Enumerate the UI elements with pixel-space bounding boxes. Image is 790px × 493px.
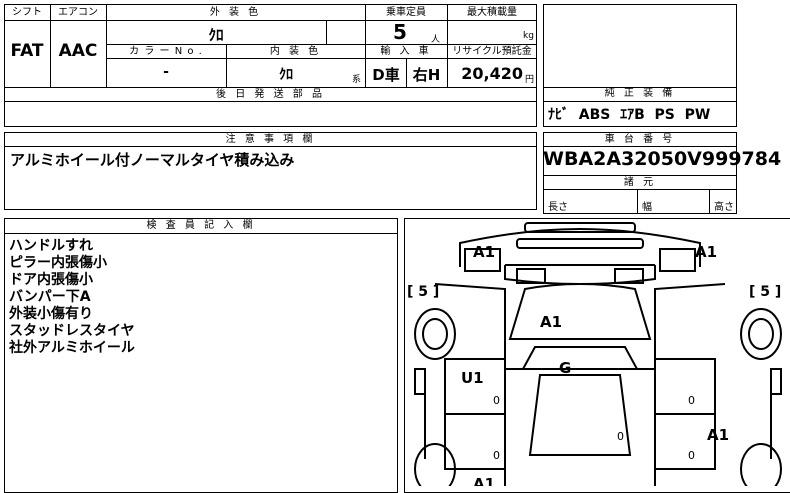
color-no-value: -: [163, 64, 169, 80]
recycle-header: リサイクル預託金: [452, 46, 532, 57]
inspector-item-1: ハンドルすれ: [9, 238, 93, 254]
specs-header: 諸 元: [623, 177, 657, 188]
notes-header: 注 意 事 項 欄: [225, 134, 316, 145]
exterior-color-value: ｸﾛ: [208, 26, 224, 44]
aircon-value: AAC: [58, 41, 98, 61]
exterior-color-header: 外 装 色: [209, 7, 262, 18]
capacity-unit: 人: [431, 35, 441, 45]
zero-label-4: 0: [688, 449, 695, 462]
front-right-label: A1: [695, 243, 717, 261]
import-header: 輸 入 車: [380, 46, 432, 57]
front-left-label: A1: [473, 243, 495, 261]
max-load-header: 最大積載量: [467, 7, 517, 18]
left-tire-label: [ 5 ]: [407, 284, 439, 300]
spec-height: 高さ: [714, 202, 734, 213]
right-tire-label: [ 5 ]: [749, 284, 781, 300]
import-d-value: D車: [372, 66, 400, 84]
inspector-item-6: スタッドレスタイヤ: [9, 323, 135, 339]
inspector-item-5: 外装小傷有り: [9, 306, 93, 322]
inspector-header: 検 査 員 記 入 欄: [146, 220, 256, 231]
right-rear-label: A1: [707, 426, 729, 444]
shift-header: シフト: [12, 7, 42, 18]
zero-label-3: 0: [493, 449, 500, 462]
zero-label-1: 0: [493, 394, 500, 407]
chassis-number: WBA2A32050V999784: [543, 148, 782, 170]
notes-text: アルミホイール付ノーマルタイヤ積み込み: [10, 151, 295, 169]
genuine-equipment-value: ﾅﾋﾞ ABS ｴｱB PS PW: [548, 107, 711, 123]
capacity-value: 5: [393, 20, 407, 44]
later-parts-header: 後 日 発 送 部 品: [216, 89, 325, 100]
inspector-item-7: 社外アルミホイール: [9, 340, 135, 356]
chassis-header: 車 台 番 号: [604, 134, 676, 145]
left-door-label: U1: [461, 369, 484, 387]
max-load-unit: kg: [523, 31, 534, 41]
capacity-header: 乗車定員: [386, 7, 426, 18]
aircon-header: エアコン: [58, 7, 98, 18]
bottom-partial-label: A1: [473, 475, 495, 486]
interior-color-header: 内 装 色: [269, 46, 322, 57]
spec-length: 長さ: [548, 202, 568, 213]
color-no-header: カ ラ ー N o .: [129, 46, 203, 57]
inspector-item-2: ピラー内張傷小: [9, 255, 107, 271]
import-side-value: 右H: [412, 66, 441, 84]
recycle-amount-value: 20,420: [461, 64, 523, 83]
inspector-item-3: ドア内張傷小: [9, 272, 93, 288]
interior-unit: 系: [352, 75, 362, 85]
inspector-item-4: バンパー下A: [9, 289, 91, 305]
genuine-equipment-header: 純 正 装 備: [604, 88, 676, 99]
shift-value: FAT: [10, 41, 44, 61]
car-diagram: A1 A1 [ 5 ] [ 5 ] A1 G U1 A1 0 0 0 0 0 A…: [407, 222, 782, 486]
zero-label-5: 0: [617, 430, 624, 443]
zero-label-2: 0: [688, 394, 695, 407]
roof-label: G: [559, 359, 571, 377]
recycle-unit: 円: [525, 75, 535, 85]
interior-color-value: ｸﾛ: [279, 67, 293, 83]
hood-label: A1: [540, 313, 562, 331]
spec-width: 幅: [642, 202, 652, 213]
